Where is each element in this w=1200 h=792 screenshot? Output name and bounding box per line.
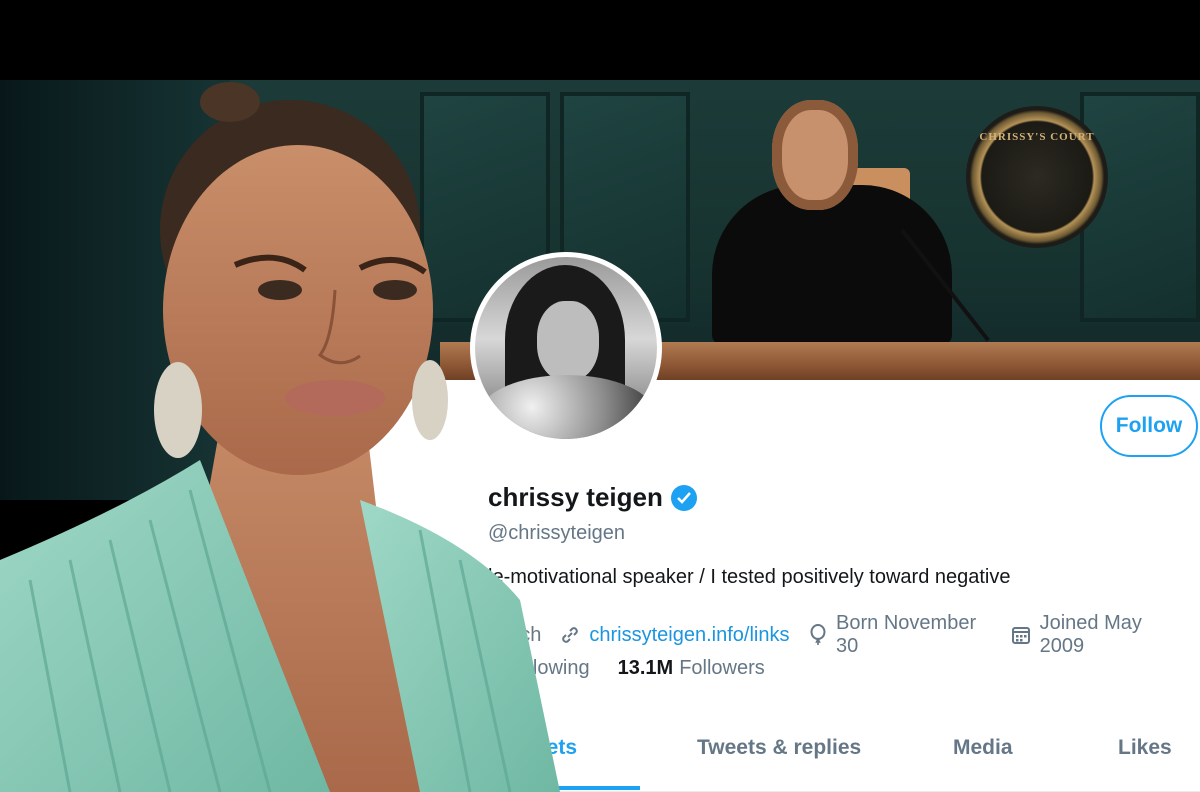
followers-label: Followers — [679, 657, 765, 679]
tab-media[interactable]: Media — [953, 736, 1013, 760]
following-stat[interactable]: 5 Following — [488, 657, 590, 680]
tab-tweets-and-replies[interactable]: Tweets & replies — [697, 736, 861, 760]
birthday-item: Born November 30 — [807, 612, 993, 658]
following-count: 5 — [488, 657, 500, 679]
user-handle: @chrissyteigen — [488, 522, 626, 544]
active-tab-indicator — [505, 786, 640, 790]
tab-likes[interactable]: Likes — [1118, 736, 1172, 760]
following-label: Following — [505, 657, 590, 679]
name-row: chrissy teigen — [488, 482, 697, 513]
calendar-icon — [1011, 624, 1032, 646]
follow-button[interactable]: Follow — [1100, 395, 1198, 457]
balloon-icon — [807, 624, 828, 646]
location-item: couch — [488, 624, 541, 647]
joined-item: Joined May 2009 — [1011, 612, 1182, 658]
judge-robe — [712, 185, 952, 345]
followers-stat[interactable]: 13.1M Followers — [618, 657, 765, 680]
judge-figure — [772, 100, 858, 210]
bio-text: le-motivational speaker / I tested posit… — [488, 566, 1011, 588]
profile-meta: couch chrissyteigen.info/links Born Nove… — [488, 612, 1200, 658]
location-text: couch — [488, 623, 542, 646]
avatar-photo — [475, 257, 657, 439]
followers-count: 13.1M — [617, 657, 674, 679]
joined-text: Joined May 2009 — [1039, 612, 1142, 657]
display-name: chrissy teigen — [488, 482, 663, 512]
avatar[interactable] — [470, 252, 662, 444]
court-seal-logo: CHRISSY'S COURT — [966, 106, 1108, 248]
seal-text: CHRISSY'S COURT — [979, 131, 1095, 143]
website-item[interactable]: chrissyteigen.info/links — [559, 624, 789, 647]
website-link[interactable]: chrissyteigen.info/links — [589, 624, 789, 647]
top-black-bar — [0, 0, 1200, 80]
birthday-text: Born November 30 — [836, 612, 977, 657]
follow-stats: 5 Following 13.1M Followers — [488, 657, 793, 680]
tab-tweets[interactable]: eets — [535, 736, 577, 760]
verified-badge-icon — [670, 484, 697, 511]
link-icon — [559, 624, 581, 646]
